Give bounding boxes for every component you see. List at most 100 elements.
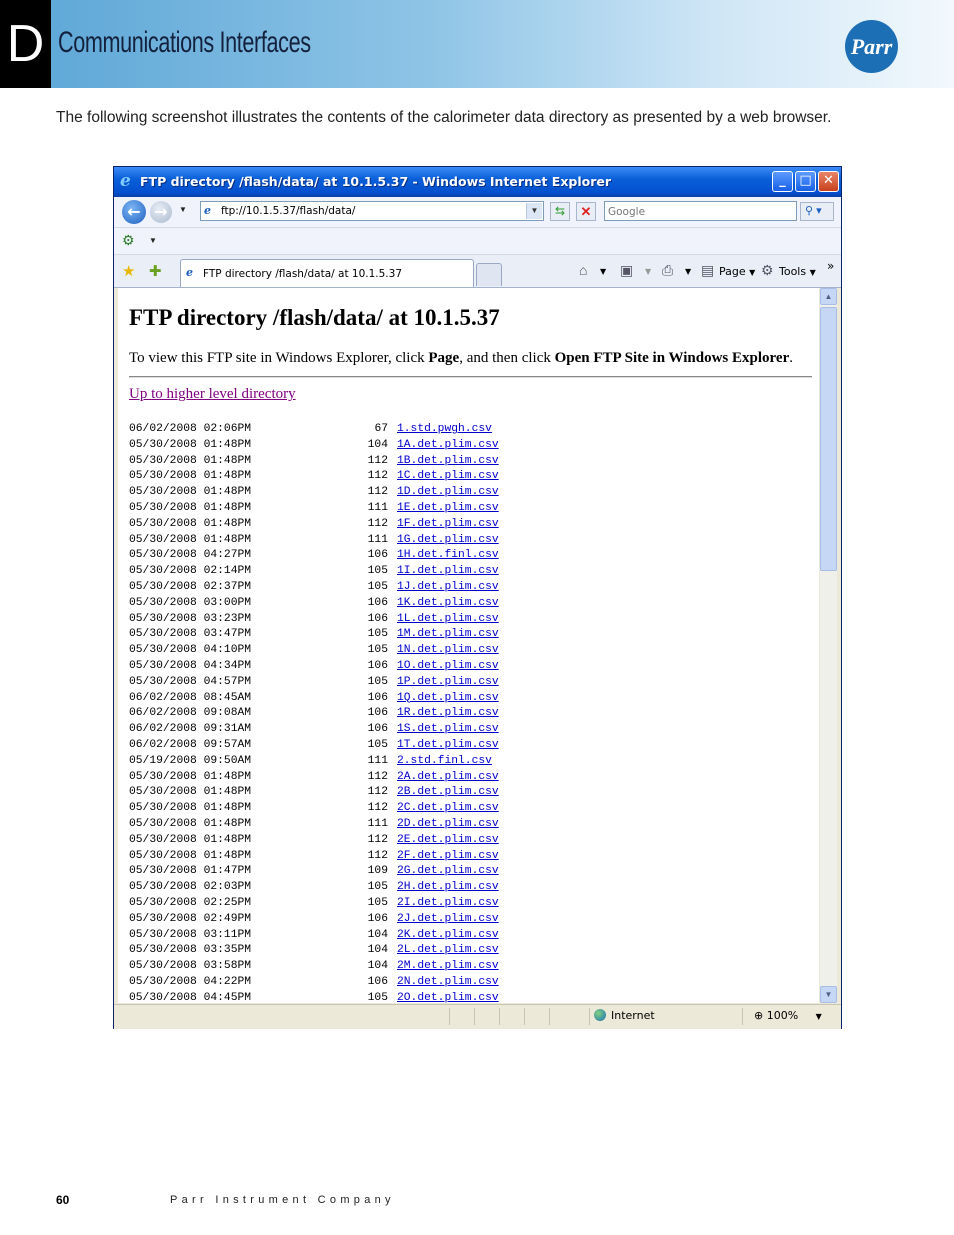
forward-button[interactable]: → xyxy=(150,201,172,223)
file-link[interactable]: 1L.det.plim.csv xyxy=(397,613,499,625)
zoom-control[interactable]: ⊕ 100% ▼ xyxy=(754,1009,822,1022)
file-link[interactable]: 2B.det.plim.csv xyxy=(397,786,499,798)
search-input[interactable] xyxy=(608,206,788,218)
file-link[interactable]: 1K.det.plim.csv xyxy=(397,597,499,609)
browser-window: e FTP directory /flash/data/ at 10.1.5.3… xyxy=(113,166,842,1029)
file-link[interactable]: 2G.det.plim.csv xyxy=(397,865,499,877)
chevron-more-icon[interactable]: » xyxy=(827,259,834,273)
window-title: FTP directory /flash/data/ at 10.1.5.37 … xyxy=(140,174,612,189)
file-link[interactable]: 1E.det.plim.csv xyxy=(397,502,499,514)
file-link[interactable]: 1P.det.plim.csv xyxy=(397,676,499,688)
print-dropdown[interactable]: ▼ xyxy=(685,267,691,276)
favorites-star-icon[interactable]: ★ xyxy=(122,262,135,280)
home-dropdown[interactable]: ▼ xyxy=(600,267,606,276)
file-link[interactable]: 2E.det.plim.csv xyxy=(397,834,499,846)
title-bar: e FTP directory /flash/data/ at 10.1.5.3… xyxy=(114,167,841,197)
back-button[interactable]: ← xyxy=(122,200,146,224)
file-link[interactable]: 2I.det.plim.csv xyxy=(397,897,499,909)
file-size: 112 xyxy=(367,802,388,815)
refresh-icon: ⇆ xyxy=(554,204,566,218)
vertical-scrollbar[interactable]: ▲ ▼ xyxy=(820,288,837,1003)
file-size: 106 xyxy=(367,612,388,625)
page-icon: e xyxy=(204,204,211,217)
close-button[interactable]: ✕ xyxy=(818,171,839,192)
file-link[interactable]: 2C.det.plim.csv xyxy=(397,802,499,814)
print-icon[interactable]: ⎙ xyxy=(662,262,673,279)
file-link[interactable]: 2D.det.plim.csv xyxy=(397,818,499,830)
file-link[interactable]: 1J.det.plim.csv xyxy=(397,581,499,593)
toolbar-dropdown[interactable]: ▼ xyxy=(149,236,157,245)
file-link[interactable]: 1H.det.finl.csv xyxy=(397,549,499,561)
file-size: 105 xyxy=(367,580,388,593)
home-icon[interactable]: ⌂ xyxy=(579,262,587,278)
file-link[interactable]: 2N.det.plim.csv xyxy=(397,976,499,988)
file-link[interactable]: 1T.det.plim.csv xyxy=(397,739,499,751)
scroll-up-button[interactable]: ▲ xyxy=(820,288,837,305)
tab-page-icon: e xyxy=(186,266,193,279)
file-link[interactable]: 1Q.det.plim.csv xyxy=(397,692,499,704)
zoom-level: 100% xyxy=(766,1009,799,1022)
file-link[interactable]: 2L.det.plim.csv xyxy=(397,944,499,956)
file-link[interactable]: 1R.det.plim.csv xyxy=(397,707,499,719)
file-link[interactable]: 1O.det.plim.csv xyxy=(397,660,499,672)
file-link[interactable]: 1M.det.plim.csv xyxy=(397,628,499,640)
file-size: 105 xyxy=(367,565,388,578)
refresh-button[interactable]: ⇆ xyxy=(550,202,570,221)
divider xyxy=(129,376,812,378)
section-title: Communications Interfaces xyxy=(58,26,311,59)
tools-gear-icon: ⚙ xyxy=(761,262,774,278)
tools-menu[interactable]: Tools ▼ xyxy=(779,265,816,278)
file-link[interactable]: 1A.det.plim.csv xyxy=(397,439,499,451)
file-size: 111 xyxy=(367,817,388,830)
address-bar[interactable]: e ftp://10.1.5.37/flash/data/ ▼ xyxy=(200,201,544,221)
file-link[interactable]: 2K.det.plim.csv xyxy=(397,929,499,941)
search-button[interactable]: ⚲ ▾ xyxy=(800,202,834,221)
file-link[interactable]: 1N.det.plim.csv xyxy=(397,644,499,656)
file-link[interactable]: 2H.det.plim.csv xyxy=(397,881,499,893)
instruction-pre: To view this FTP site in Windows Explore… xyxy=(129,350,429,366)
toolbar-icon[interactable]: ⚙ xyxy=(122,232,135,249)
recent-pages-dropdown[interactable]: ▼ xyxy=(179,205,187,214)
page-content: FTP directory /flash/data/ at 10.1.5.37 … xyxy=(118,288,819,1003)
file-link[interactable]: 2A.det.plim.csv xyxy=(397,771,499,783)
page-heading: FTP directory /flash/data/ at 10.1.5.37 xyxy=(129,305,500,330)
file-link[interactable]: 1F.det.plim.csv xyxy=(397,518,499,530)
feeds-icon[interactable]: ▣ xyxy=(620,262,633,279)
search-box[interactable] xyxy=(604,201,797,221)
tab-ftp-directory[interactable]: e FTP directory /flash/data/ at 10.1.5.3… xyxy=(180,259,474,287)
file-link[interactable]: 2F.det.plim.csv xyxy=(397,850,499,862)
file-link[interactable]: 1G.det.plim.csv xyxy=(397,534,499,546)
file-link[interactable]: 1S.det.plim.csv xyxy=(397,723,499,735)
new-tab-button[interactable] xyxy=(476,263,502,286)
file-link[interactable]: 2J.det.plim.csv xyxy=(397,913,499,925)
file-link[interactable]: 2.std.finl.csv xyxy=(397,755,492,767)
page-menu[interactable]: Page ▼ xyxy=(719,265,755,278)
scroll-down-button[interactable]: ▼ xyxy=(820,986,837,1003)
file-size: 111 xyxy=(367,533,388,546)
page-number: 60 xyxy=(56,1193,70,1207)
stop-icon: ✕ xyxy=(580,204,592,219)
file-link[interactable]: 2M.det.plim.csv xyxy=(397,960,499,972)
file-link[interactable]: 1D.det.plim.csv xyxy=(397,486,499,498)
file-link[interactable]: 1.std.pwgh.csv xyxy=(397,423,492,435)
address-dropdown-button[interactable]: ▼ xyxy=(526,203,542,219)
stop-button[interactable]: ✕ xyxy=(576,202,596,221)
status-divider xyxy=(449,1008,450,1025)
file-size: 106 xyxy=(367,707,388,720)
add-favorite-icon[interactable]: ✚ xyxy=(149,262,162,280)
security-zone[interactable]: Internet xyxy=(594,1009,655,1022)
feeds-dropdown[interactable]: ▼ xyxy=(645,267,651,276)
address-input[interactable]: ftp://10.1.5.37/flash/data/ xyxy=(221,205,355,217)
maximize-button[interactable]: □ xyxy=(795,171,816,192)
file-size: 112 xyxy=(367,470,388,483)
zoom-dropdown[interactable]: ▼ xyxy=(816,1012,822,1021)
parent-directory-link[interactable]: Up to higher level directory xyxy=(129,386,296,403)
file-link[interactable]: 1I.det.plim.csv xyxy=(397,565,499,577)
zoom-icon: ⊕ xyxy=(754,1009,764,1022)
scroll-thumb[interactable] xyxy=(820,307,837,571)
links-toolbar: ⚙ ▼ xyxy=(114,228,841,255)
file-link[interactable]: 2O.det.plim.csv xyxy=(397,992,499,1003)
file-link[interactable]: 1B.det.plim.csv xyxy=(397,455,499,467)
minimize-button[interactable]: _ xyxy=(772,171,793,192)
file-link[interactable]: 1C.det.plim.csv xyxy=(397,470,499,482)
